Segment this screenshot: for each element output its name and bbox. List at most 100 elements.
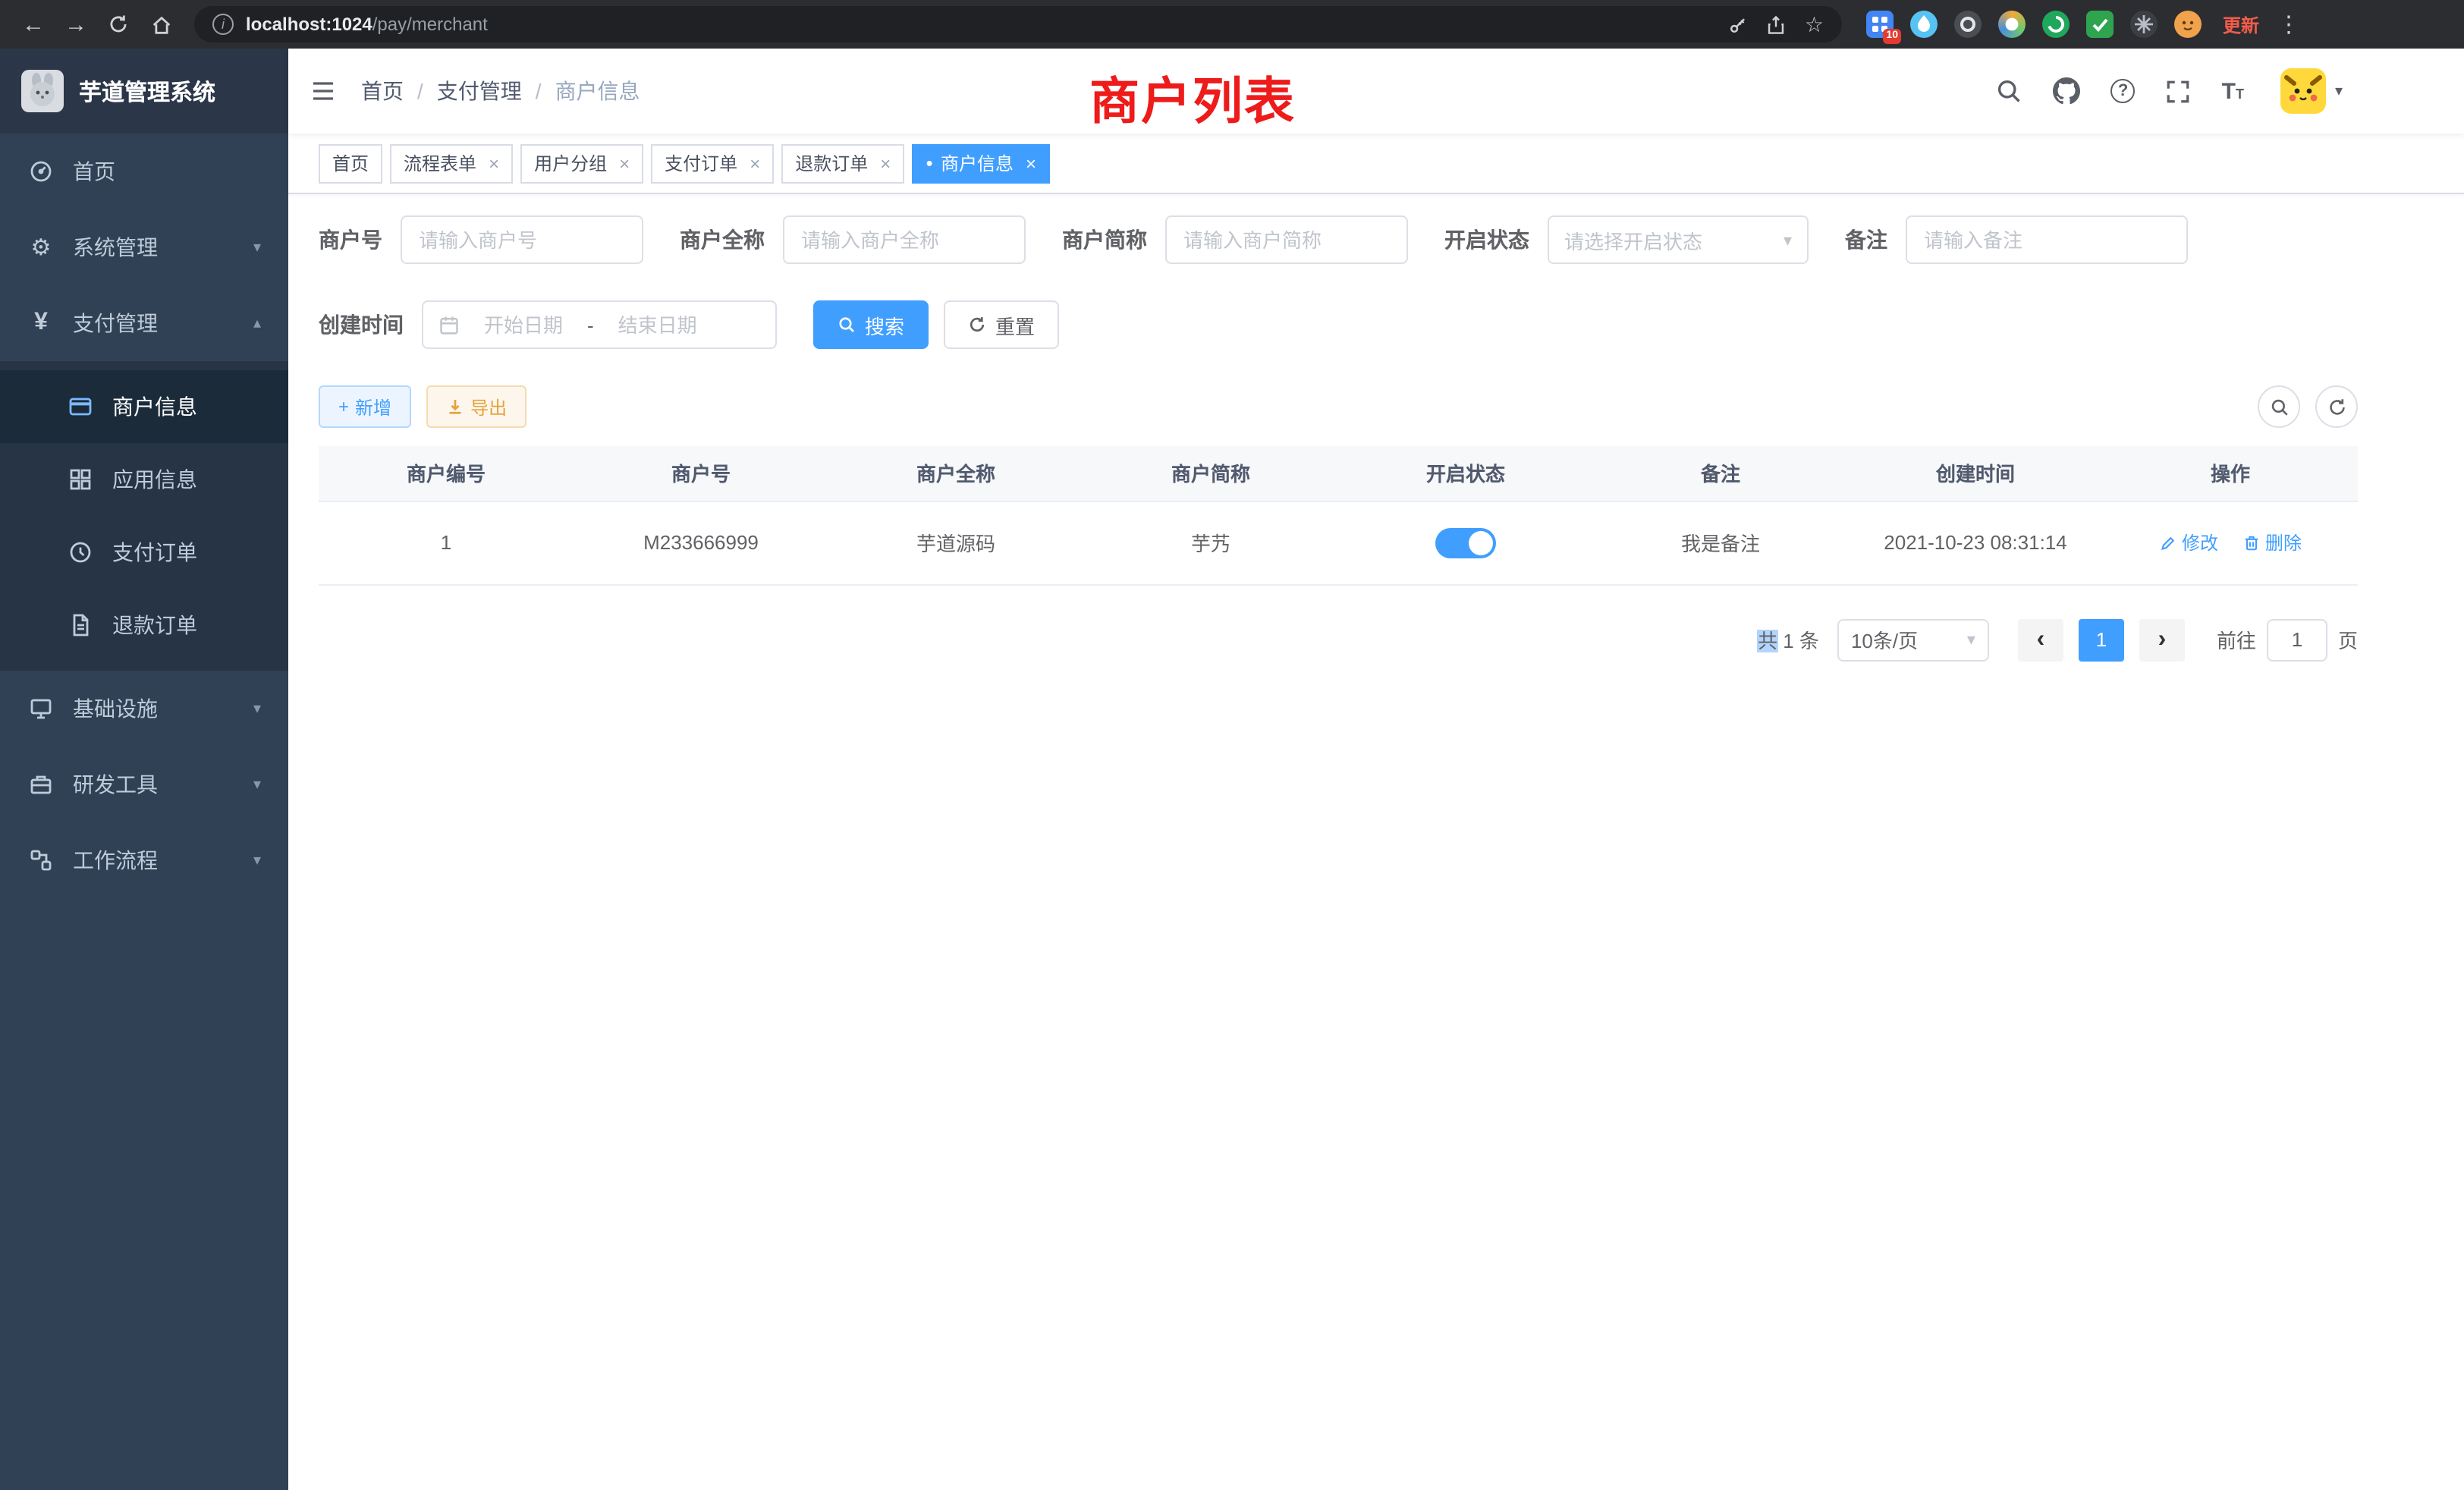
sidebar-item-home[interactable]: 首页	[0, 134, 288, 209]
sidebar-item-infra[interactable]: 基础设施 ▾	[0, 671, 288, 747]
full-name-input[interactable]	[783, 215, 1026, 264]
annotation-merchant-list: 商户列表	[1089, 61, 1296, 134]
tab-home[interactable]: 首页	[319, 143, 382, 183]
sidebar-item-merchant-info[interactable]: 商户信息	[0, 370, 288, 443]
page-1-button[interactable]: 1	[2079, 618, 2124, 661]
status-select[interactable]: 请选择开启状态 ▾	[1548, 215, 1809, 264]
app-title: 芋道管理系统	[79, 75, 215, 107]
extension-avatar-icon[interactable]	[2174, 11, 2202, 38]
extension-dark-circle-icon[interactable]	[1954, 11, 1982, 38]
share-icon[interactable]	[1767, 14, 1787, 34]
toggle-search-button[interactable]	[2258, 385, 2300, 428]
refresh-table-button[interactable]	[2315, 385, 2358, 428]
prev-page-button[interactable]: ‹	[2018, 618, 2063, 661]
merchant-no-input[interactable]	[401, 215, 643, 264]
reset-button[interactable]: 重置	[944, 300, 1059, 349]
font-size-icon[interactable]: TT	[2222, 80, 2244, 102]
add-button-label: 新增	[355, 394, 391, 420]
password-key-icon[interactable]	[1729, 14, 1749, 34]
sidebar-item-label: 应用信息	[112, 464, 197, 495]
merchant-table: 商户编号 商户号 商户全称 商户简称 开启状态 备注 创建时间 操作 1	[319, 446, 2358, 585]
remark-input[interactable]	[1906, 215, 2188, 264]
filter-row-1: 商户号 商户全称 商户简称 开启状态 请选择开启状态	[319, 215, 2358, 264]
home-button[interactable]	[143, 6, 179, 42]
search-icon[interactable]	[1996, 77, 2023, 105]
date-range-picker[interactable]: -	[422, 300, 777, 349]
edit-link[interactable]: 修改	[2159, 530, 2218, 555]
page-size-value: 10条/页	[1851, 625, 1918, 654]
bookmark-star-icon[interactable]: ☆	[1805, 11, 1824, 37]
short-name-label: 商户简称	[1062, 225, 1147, 255]
github-icon[interactable]	[2054, 77, 2081, 105]
back-button[interactable]: ←	[15, 6, 52, 42]
payment-submenu: 商户信息 应用信息 支付订单	[0, 361, 288, 671]
sidebar-item-label: 支付订单	[112, 537, 197, 567]
extension-colorful-icon[interactable]	[1998, 11, 2026, 38]
browser-update-button[interactable]: 更新	[2223, 11, 2259, 37]
end-date-input[interactable]	[603, 313, 712, 336]
forward-button[interactable]: →	[58, 6, 94, 42]
sidebar-item-label: 基础设施	[73, 693, 158, 724]
help-icon[interactable]: ?	[2111, 79, 2136, 103]
sidebar-item-app-info[interactable]: 应用信息	[0, 443, 288, 516]
short-name-input[interactable]	[1165, 215, 1408, 264]
download-icon	[446, 398, 464, 416]
breadcrumb-payment[interactable]: 支付管理	[437, 76, 522, 106]
user-avatar-menu[interactable]: ▾	[2280, 68, 2343, 114]
next-page-button[interactable]: ›	[2139, 618, 2185, 661]
browser-menu-icon[interactable]: ⋮	[2277, 11, 2300, 38]
chevron-down-icon: ▾	[1784, 230, 1792, 250]
app-logo[interactable]: 芋道管理系统	[0, 49, 288, 134]
header-actions: 操作	[2103, 446, 2358, 501]
tab-refund-orders[interactable]: 退款订单×	[781, 143, 904, 183]
trash-icon	[2242, 533, 2261, 552]
cell-merchant-no: M233666999	[574, 501, 828, 584]
extension-pinwheel-icon[interactable]	[2130, 11, 2158, 38]
close-icon[interactable]: ×	[1026, 152, 1036, 174]
close-icon[interactable]: ×	[750, 152, 760, 174]
search-icon	[2269, 397, 2289, 417]
sidebar-item-workflow[interactable]: 工作流程 ▾	[0, 822, 288, 898]
extension-green-circle-icon[interactable]	[2042, 11, 2070, 38]
chevron-down-icon: ▾	[253, 239, 261, 256]
fullscreen-icon[interactable]	[2166, 78, 2192, 104]
search-button[interactable]: 搜索	[813, 300, 929, 349]
start-date-input[interactable]	[469, 313, 578, 336]
goto-page-input[interactable]	[2267, 618, 2327, 661]
browser-window: ← → i localhost:1024/pay/merchant ☆ 10	[0, 0, 2464, 1490]
delete-link[interactable]: 删除	[2242, 530, 2302, 555]
page-size-select[interactable]: 10条/页 ▾	[1837, 618, 1989, 661]
reset-button-label: 重置	[995, 310, 1035, 339]
remark-label: 备注	[1845, 225, 1887, 255]
add-button[interactable]: + 新增	[319, 385, 411, 428]
extension-green-square-icon[interactable]	[2086, 11, 2114, 38]
extension-grid-icon[interactable]: 10	[1866, 11, 1894, 38]
close-icon[interactable]: ×	[880, 152, 891, 174]
font-size-small: T	[2236, 86, 2244, 102]
close-icon[interactable]: ×	[619, 152, 630, 174]
topbar-actions: ? TT ▾	[1996, 68, 2343, 114]
status-label: 开启状态	[1444, 225, 1529, 255]
export-button[interactable]: 导出	[426, 385, 526, 428]
sidebar-collapse-icon[interactable]	[310, 77, 337, 105]
cell-actions: 修改 删除	[2103, 501, 2358, 584]
tab-payment-orders[interactable]: 支付订单×	[651, 143, 774, 183]
bank-card-icon	[67, 395, 94, 419]
reload-button[interactable]	[100, 6, 137, 42]
status-toggle[interactable]	[1435, 527, 1496, 558]
sidebar-item-payment[interactable]: ¥ 支付管理 ▴	[0, 285, 288, 361]
tab-process-form[interactable]: 流程表单×	[390, 143, 513, 183]
tab-merchant-info[interactable]: ●商户信息×	[912, 143, 1050, 183]
sidebar-item-dev-tools[interactable]: 研发工具 ▾	[0, 747, 288, 822]
tab-user-group[interactable]: 用户分组×	[520, 143, 643, 183]
close-icon[interactable]: ×	[489, 152, 499, 174]
breadcrumb-separator: /	[417, 79, 423, 103]
extension-drop-icon[interactable]	[1910, 11, 1938, 38]
sidebar-item-refund-orders[interactable]: 退款订单	[0, 589, 288, 662]
breadcrumb-home[interactable]: 首页	[361, 76, 404, 106]
search-icon	[838, 316, 856, 334]
sidebar-item-system[interactable]: ⚙ 系统管理 ▾	[0, 209, 288, 285]
url-bar[interactable]: i localhost:1024/pay/merchant ☆	[194, 6, 1842, 42]
site-info-icon[interactable]: i	[212, 14, 234, 35]
sidebar-item-payment-orders[interactable]: 支付订单	[0, 516, 288, 589]
